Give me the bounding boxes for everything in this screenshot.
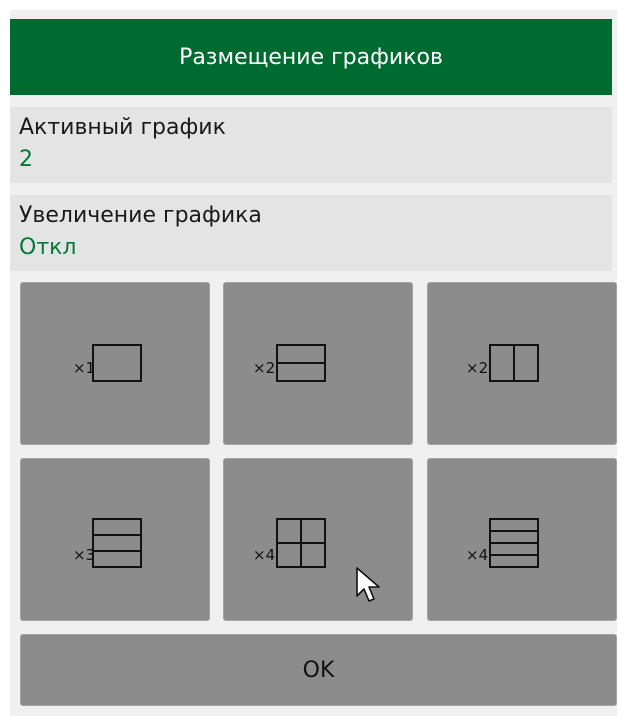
zoom-field[interactable]: Увеличение графика Откл (10, 195, 612, 271)
layout-count-label: ×3 (73, 546, 95, 564)
mouse-cursor-icon (356, 567, 380, 602)
two-rows-icon: ×2 (253, 344, 326, 382)
active-trace-value: 2 (19, 147, 33, 172)
three-rows-icon: ×3 (73, 518, 142, 568)
layout-button-2[interactable]: ×2 (223, 282, 413, 445)
layout-button-4[interactable]: ×3 (20, 458, 210, 621)
layout-count-label: ×2 (466, 359, 488, 377)
layout-count-label: ×4 (253, 546, 275, 564)
active-trace-field[interactable]: Активный график 2 (10, 107, 612, 183)
layout-button-1[interactable]: ×1 (20, 282, 210, 445)
single-pane-icon: ×1 (73, 344, 142, 382)
ok-button[interactable]: OK (20, 634, 617, 706)
four-rows-icon: ×4 (466, 518, 539, 568)
two-columns-icon: ×2 (466, 344, 539, 382)
zoom-value: Откл (19, 235, 77, 260)
layout-count-label: ×4 (466, 546, 488, 564)
zoom-label: Увеличение графика (19, 203, 262, 228)
layout-button-6[interactable]: ×4 (427, 458, 617, 621)
layout-count-label: ×2 (253, 359, 275, 377)
dialog-title: Размещение графиков (10, 19, 612, 95)
layout-button-5[interactable]: ×4 (223, 458, 413, 621)
quad-grid-icon: ×4 (253, 518, 326, 568)
dialog-title-text: Размещение графиков (179, 44, 443, 70)
layout-button-3[interactable]: ×2 (427, 282, 617, 445)
ok-label: OK (302, 657, 335, 683)
layout-count-label: ×1 (73, 359, 95, 377)
active-trace-label: Активный график (19, 115, 226, 140)
